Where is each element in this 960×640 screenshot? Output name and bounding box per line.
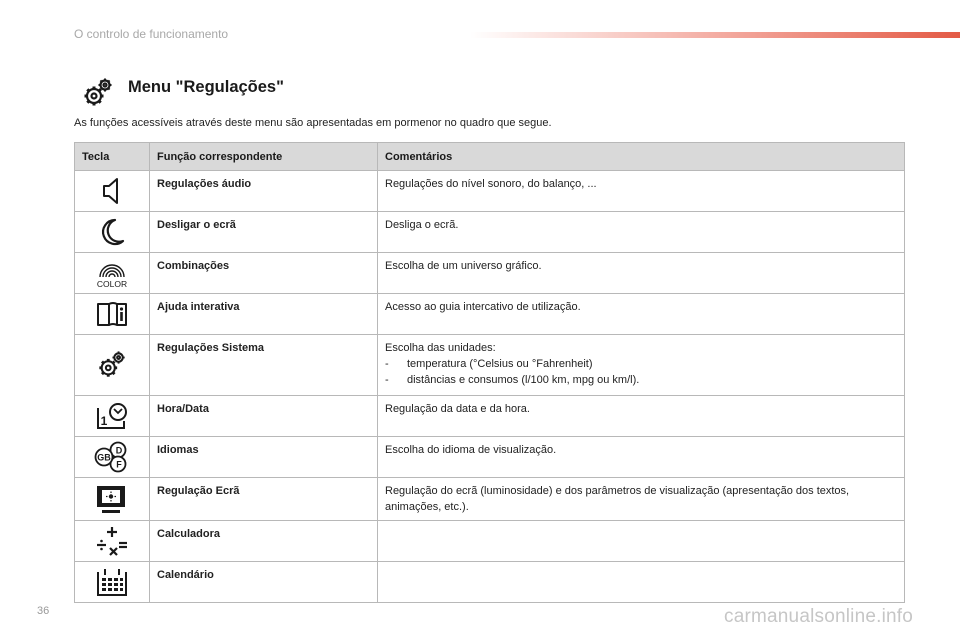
list-item-text: distâncias e consumos (l/100 km, mpg ou … [407,374,640,386]
function-cell: Regulações Sistema [149,334,378,396]
comment-cell: Regulações do nível sonoro, do balanço, … [377,170,905,212]
column-header-key: Tecla [74,142,150,171]
comment-cell: Escolha do idioma de visualização. [377,436,905,478]
function-cell: Desligar o ecrã [149,211,378,253]
comment-cell: Escolha de um universo gráfico. [377,252,905,294]
table-row: Calculadora [74,520,905,562]
comment-cell: Desliga o ecrã. [377,211,905,253]
table-row: Regulações áudio Regulações do nível son… [74,170,905,212]
date-digit: 1 [101,414,108,428]
function-cell: Calculadora [149,520,378,562]
color-palette-icon: COLOR [75,258,149,288]
comment-cell [377,520,905,562]
comment-cell: Regulação da data e da hora. [377,395,905,437]
clock-calendar-icon: 1 [75,401,149,431]
screen-brightness-icon [75,483,149,515]
key-cell [74,170,150,212]
comment-cell: Escolha das unidades: - temperatura (°Cel… [377,334,905,396]
function-cell: Hora/Data [149,395,378,437]
calendar-icon [75,566,149,598]
column-header-function: Função correspondente [149,142,378,171]
function-cell: Idiomas [149,436,378,478]
table-row: Desligar o ecrã Desliga o ecrã. [74,211,905,253]
key-cell [74,211,150,253]
calculator-icon [75,525,149,557]
key-cell [74,293,150,335]
function-cell: Ajuda interativa [149,293,378,335]
function-cell: Regulação Ecrã [149,477,378,521]
color-label: COLOR [97,279,127,288]
page-number: 36 [37,605,50,617]
lang-gb: GB [97,453,111,463]
info-book-icon [75,299,149,329]
key-cell [74,520,150,562]
table-row: Ajuda interativa Acesso ao guia intercat… [74,293,905,335]
comment-cell: Acesso ao guia intercativo de utilização… [377,293,905,335]
moon-icon [75,217,149,247]
list-item: - temperatura (°Celsius ou °Fahrenheit) [385,358,593,370]
lang-f: F [116,460,122,470]
section-header: O controlo de funcionamento [74,27,229,41]
list-item-text: temperatura (°Celsius ou °Fahrenheit) [407,358,593,370]
gears-icon [75,350,149,380]
key-cell: 1 [74,395,150,437]
function-cell: Combinações [149,252,378,294]
table-row: COLOR Combinações Escolha de um universo… [74,252,905,294]
comment-text: Escolha das unidades: [385,342,496,354]
list-item: - distâncias e consumos (l/100 km, mpg ou… [385,374,640,386]
key-cell [74,477,150,521]
table-header-row: Tecla Função correspondente Comentários [74,142,905,171]
function-cell: Calendário [149,561,378,603]
page-title: Menu "Regulações" [128,78,284,96]
key-cell: GB D F [74,436,150,478]
table-row: 1 Hora/Data Regulação da data e da hora. [74,395,905,437]
table-row: Regulações Sistema Escolha das unidades:… [74,334,905,396]
function-cell: Regulações áudio [149,170,378,212]
speaker-icon [75,176,149,206]
watermark: carmanualsonline.info [724,606,914,627]
key-cell [74,334,150,396]
lang-d: D [116,446,123,456]
languages-icon: GB D F [75,441,149,473]
table-row: Regulação Ecrã Regulação do ecrã (lumino… [74,477,905,521]
settings-table: Tecla Função correspondente Comentários … [74,142,905,603]
intro-text: As funções acessíveis através deste menu… [74,117,552,129]
comment-cell: Regulação do ecrã (luminosidade) e dos p… [377,477,905,521]
table-row: Calendário [74,561,905,603]
key-cell [74,561,150,603]
column-header-comments: Comentários [377,142,905,171]
table-row: GB D F Idiomas Escolha do idioma de visu… [74,436,905,478]
gears-icon [82,77,114,109]
header-accent-bar [470,32,960,38]
comment-cell [377,561,905,603]
key-cell: COLOR [74,252,150,294]
